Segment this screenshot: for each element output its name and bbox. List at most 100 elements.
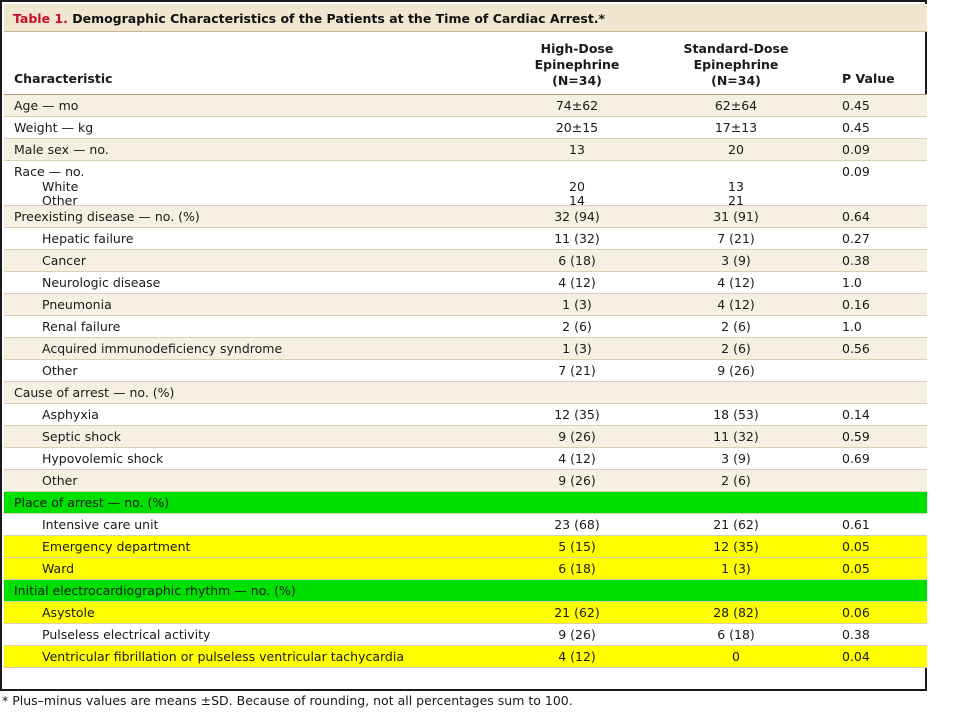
table-row-highlighted: Ventricular fibrillation or pulseless ve… [4,646,927,668]
row-label: Male sex — no. [14,142,109,157]
p-value: 0.27 [842,231,870,246]
row-label: Pneumonia [42,297,112,312]
row-label: Age — mo [14,98,79,113]
row-label: Race — no. [14,164,85,179]
row-label: Hepatic failure [42,231,134,246]
column-header-standard-dose: Standard-Dose Epinephrine (N=34) [676,41,796,89]
p-value: 0.59 [842,429,870,444]
standard-dose-value: 28 (82) [713,605,759,620]
standard-dose-value: 13 [728,179,744,194]
high-dose-value: 6 (18) [558,561,596,576]
standard-dose-value: 3 (9) [721,451,751,466]
standard-dose-value: 4 (12) [717,275,755,290]
standard-dose-value: 7 (21) [717,231,755,246]
table-row: Other 7 (21) 9 (26) [4,360,927,382]
standard-dose-value: 0 [732,649,740,664]
high-dose-value: 4 (12) [558,649,596,664]
p-value: 0.09 [842,142,870,157]
standard-dose-value: 12 (35) [713,539,759,554]
high-dose-value: 9 (26) [558,429,596,444]
table-row: Age — mo 74±62 62±64 0.45 [4,95,927,117]
p-value: 0.38 [842,627,870,642]
standard-dose-value: 18 (53) [713,407,759,422]
high-dose-value: 7 (21) [558,363,596,378]
column-header-high-dose: High-Dose Epinephrine (N=34) [517,41,637,89]
standard-dose-value: 3 (9) [721,253,751,268]
p-value: 0.69 [842,451,870,466]
high-dose-value: 13 [569,142,585,157]
row-label: Ward [42,561,75,576]
high-dose-value: 4 (12) [558,451,596,466]
table-footnote: * Plus–minus values are means ±SD. Becau… [2,693,573,708]
row-label: Other [42,363,78,378]
standard-dose-header-line1: Standard-Dose [683,41,789,56]
table-row: Neurologic disease 4 (12) 4 (12) 1.0 [4,272,927,294]
row-label: Septic shock [42,429,121,444]
table-row: Hepatic failure 11 (32) 7 (21) 0.27 [4,228,927,250]
table-row: Asphyxia 12 (35) 18 (53) 0.14 [4,404,927,426]
table-row: Cancer 6 (18) 3 (9) 0.38 [4,250,927,272]
p-value: 0.05 [842,539,870,554]
standard-dose-value: 2 (6) [721,473,751,488]
row-label: Asystole [42,605,95,620]
row-label: Ventricular fibrillation or pulseless ve… [42,649,404,664]
table-row: Intensive care unit 23 (68) 21 (62) 0.61 [4,514,927,536]
standard-dose-value: 11 (32) [713,429,759,444]
high-dose-value: 1 (3) [562,297,592,312]
p-value: 0.64 [842,209,870,224]
row-label: Hypovolemic shock [42,451,164,466]
row-label: Pulseless electrical activity [42,627,211,642]
table-row: Pneumonia 1 (3) 4 (12) 0.16 [4,294,927,316]
row-label: Cancer [42,253,87,268]
standard-dose-value: 6 (18) [717,627,755,642]
standard-dose-value: 20 [728,142,744,157]
high-dose-value: 11 (32) [554,231,600,246]
table-row: Other 9 (26) 2 (6) [4,470,927,492]
column-header-characteristic: Characteristic [14,71,113,86]
p-value: 0.38 [842,253,870,268]
p-value: 0.45 [842,98,870,113]
standard-dose-value: 62±64 [714,98,758,113]
p-value: 1.0 [842,319,862,334]
standard-dose-value: 31 (91) [713,209,759,224]
table-title-text: Demographic Characteristics of the Patie… [72,11,606,26]
high-dose-header-line2: Epinephrine [534,57,620,72]
row-label: Asphyxia [42,407,99,422]
high-dose-value: 9 (26) [558,473,596,488]
table-title-bar: Table 1. Demographic Characteristics of … [4,4,927,32]
row-label: Preexisting disease — no. (%) [14,209,200,224]
p-value: 0.04 [842,649,870,664]
high-dose-value: 9 (26) [558,627,596,642]
high-dose-header-line1: High-Dose [540,41,614,56]
standard-dose-value: 9 (26) [717,363,755,378]
table-header: Characteristic High-Dose Epinephrine (N=… [4,32,927,95]
high-dose-value: 4 (12) [558,275,596,290]
table-row-section-header-highlighted: Place of arrest — no. (%) [4,492,927,514]
row-label: Cause of arrest — no. (%) [14,385,175,400]
p-value: 1.0 [842,275,862,290]
row-label: Neurologic disease [42,275,161,290]
table-row-race: Race — no. 0.09 White 20 13 Other 14 21 [4,161,927,208]
table-body: Age — mo 74±62 62±64 0.45 Weight — kg 20… [4,95,927,668]
table-row: Renal failure 2 (6) 2 (6) 1.0 [4,316,927,338]
table-row-highlighted: Ward 6 (18) 1 (3) 0.05 [4,558,927,580]
high-dose-value: 21 (62) [554,605,600,620]
standard-dose-value: 2 (6) [721,341,751,356]
standard-dose-value: 17±13 [714,120,758,135]
row-label: Weight — kg [14,120,94,135]
high-dose-value: 20±15 [555,120,599,135]
standard-dose-header-line2: Epinephrine [693,57,779,72]
standard-dose-value: 2 (6) [721,319,751,334]
row-label: Intensive care unit [42,517,159,532]
row-label: Emergency department [42,539,191,554]
high-dose-value: 12 (35) [554,407,600,422]
row-label: Place of arrest — no. (%) [14,495,170,510]
row-label: Other [42,473,78,488]
standard-dose-value: 21 (62) [713,517,759,532]
high-dose-value: 74±62 [555,98,599,113]
standard-dose-value: 1 (3) [721,561,751,576]
row-label: Initial electrocardiographic rhythm — no… [14,583,296,598]
high-dose-value: 5 (15) [558,539,596,554]
p-value: 0.61 [842,517,870,532]
table-row: Preexisting disease — no. (%) 32 (94) 31… [4,206,927,228]
